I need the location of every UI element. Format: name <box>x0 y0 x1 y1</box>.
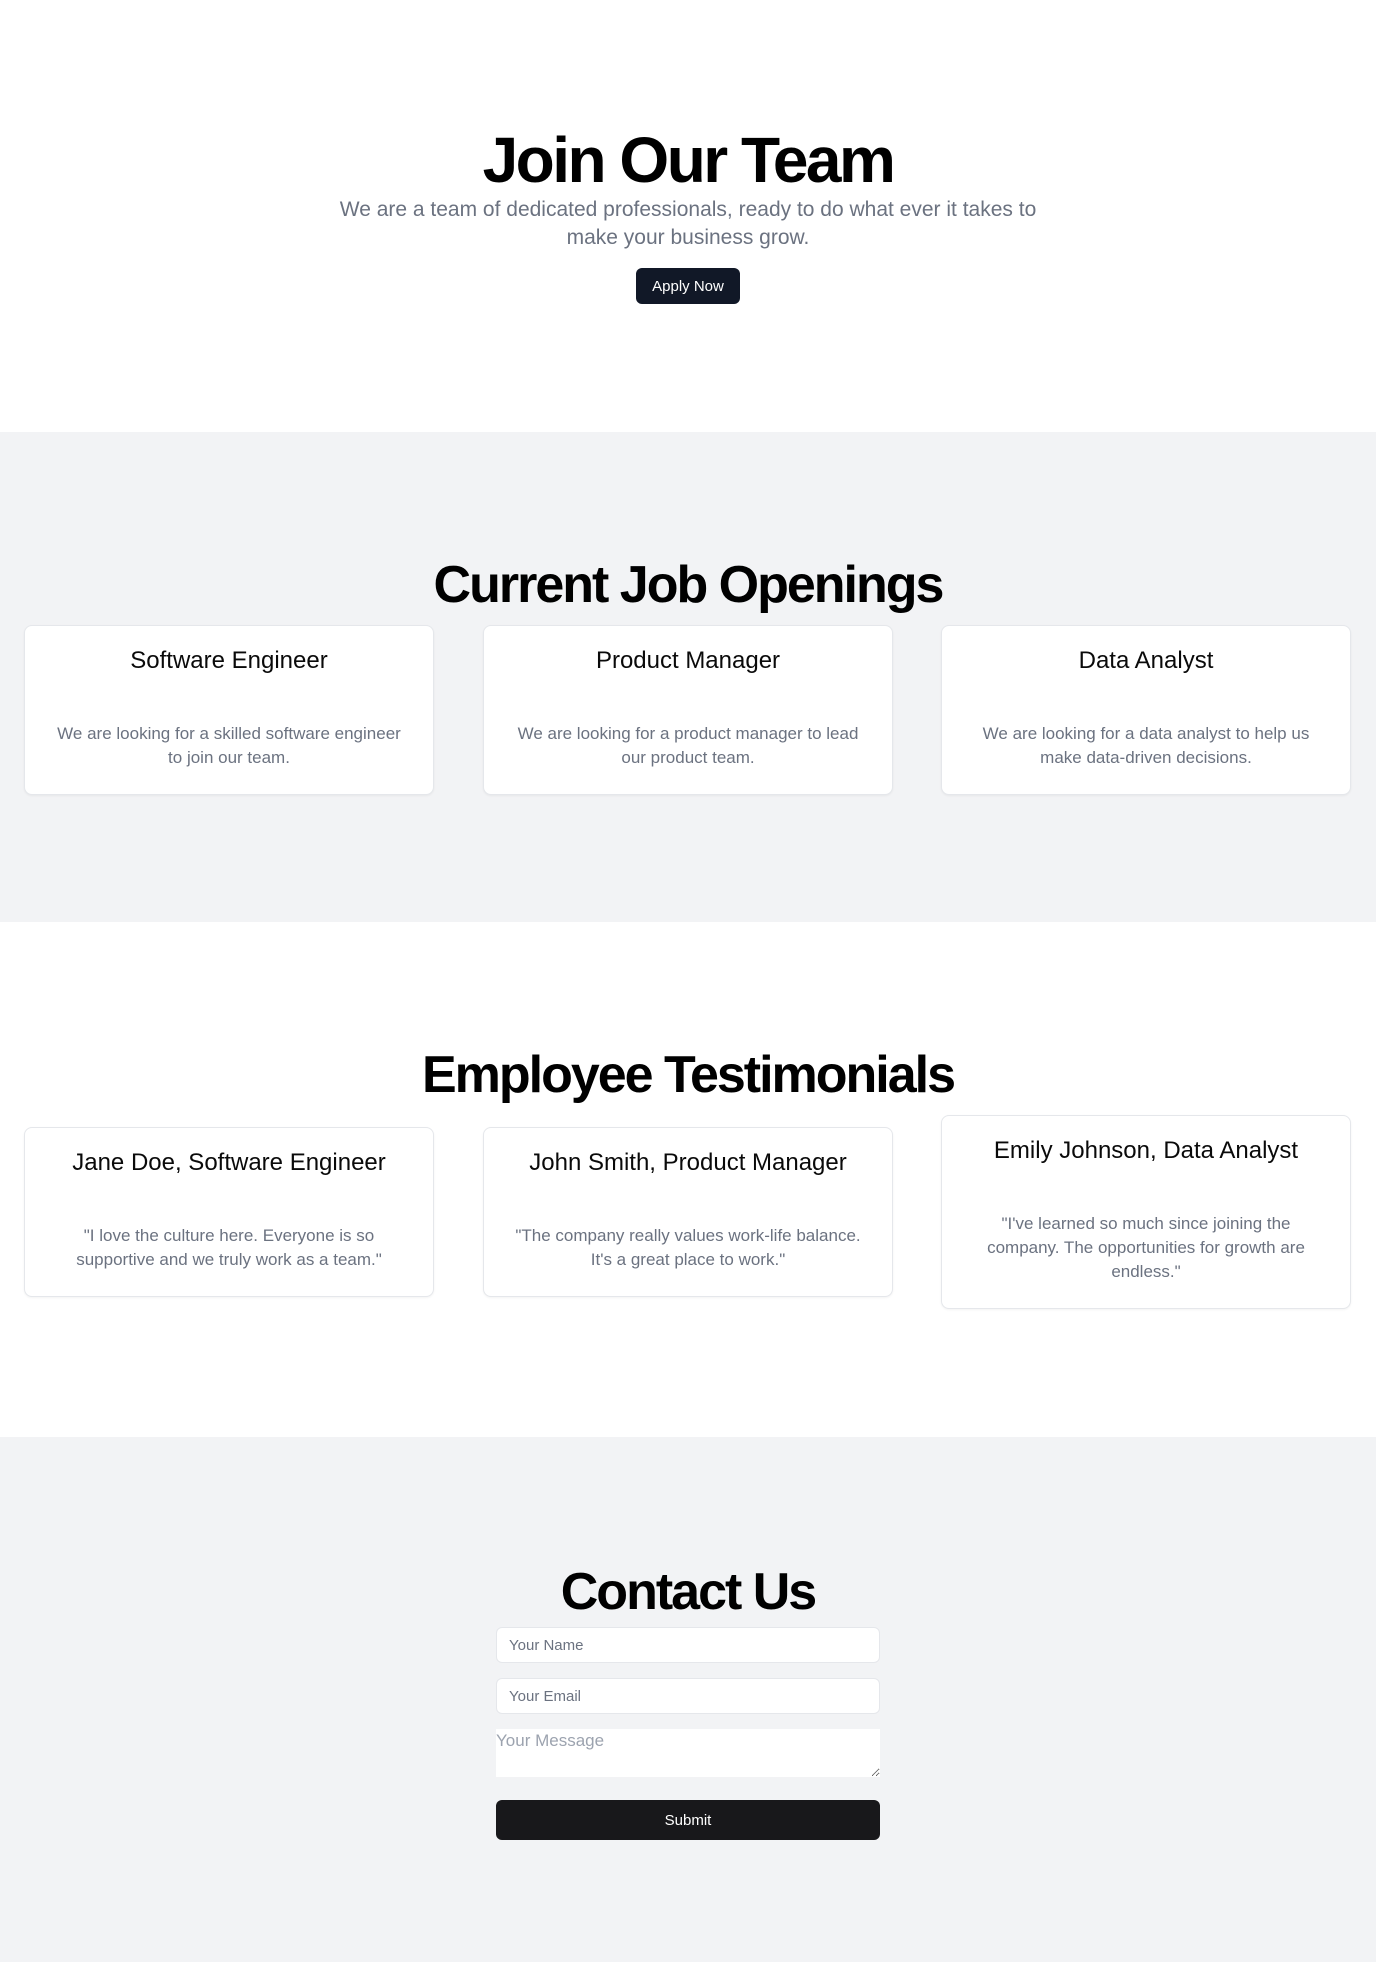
testimonials-title: Employee Testimonials <box>421 1046 956 1104</box>
hero-subtitle: We are a team of dedicated professionals… <box>339 198 1037 249</box>
email-field[interactable] <box>496 1678 880 1714</box>
testimonial-card: Emily Johnson, Data Analyst "I've learne… <box>941 1115 1351 1309</box>
job-title: Software Engineer <box>130 647 328 674</box>
contact-title: Contact Us <box>560 1563 817 1621</box>
testimonial-quote: "I've learned so much since joining the … <box>987 1214 1305 1281</box>
testimonial-author: John Smith, Product Manager <box>529 1149 847 1176</box>
job-title: Product Manager <box>595 647 781 674</box>
testimonial-quote: "I love the culture here. Everyone is so… <box>76 1226 382 1269</box>
testimonial-author: Jane Doe, Software Engineer <box>72 1149 386 1176</box>
message-field[interactable] <box>496 1729 880 1777</box>
submit-button[interactable]: Submit <box>496 1800 880 1840</box>
job-description: We are looking for a skilled software en… <box>57 724 401 767</box>
apply-now-button[interactable]: Apply Now <box>636 268 740 304</box>
job-card[interactable]: Data Analyst We are looking for a data a… <box>941 625 1351 795</box>
contact-section: Contact Us Submit <box>0 1437 1376 1962</box>
testimonial-author: Emily Johnson, Data Analyst <box>993 1137 1299 1164</box>
job-description: We are looking for a data analyst to hel… <box>982 724 1310 767</box>
name-field[interactable] <box>496 1627 880 1663</box>
job-openings-title: Current Job Openings <box>433 556 945 614</box>
job-description: We are looking for a product manager to … <box>517 724 859 767</box>
testimonial-card: Jane Doe, Software Engineer "I love the … <box>24 1127 434 1297</box>
hero-section: Join Our Team We are a team of dedicated… <box>0 0 1376 432</box>
testimonial-quote: "The company really values work-life bal… <box>515 1226 861 1269</box>
job-card[interactable]: Software Engineer We are looking for a s… <box>24 625 434 795</box>
hero-title: Join Our Team <box>482 124 896 196</box>
job-title: Data Analyst <box>1078 647 1214 674</box>
testimonial-card: John Smith, Product Manager "The company… <box>483 1127 893 1297</box>
testimonials-section: Employee Testimonials Jane Doe, Software… <box>0 922 1376 1437</box>
job-openings-section: Current Job Openings Software Engineer W… <box>0 432 1376 922</box>
job-card[interactable]: Product Manager We are looking for a pro… <box>483 625 893 795</box>
